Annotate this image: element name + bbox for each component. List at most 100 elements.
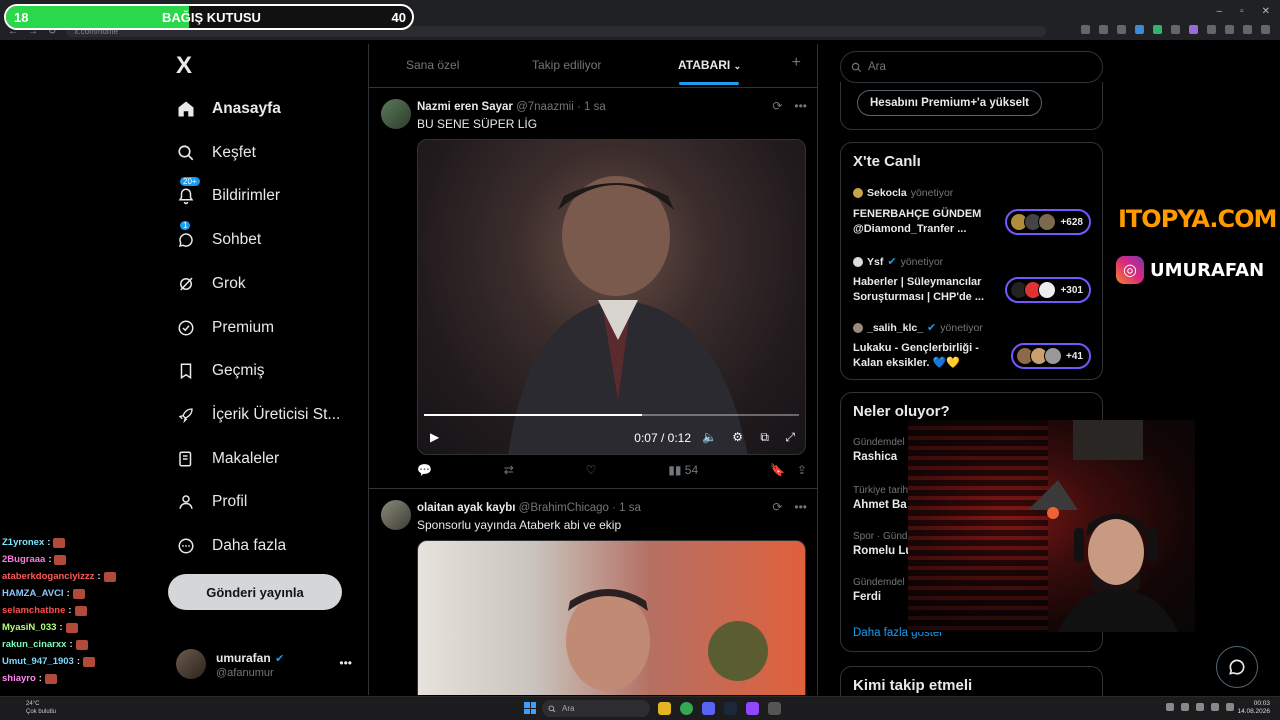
start-icon[interactable] <box>524 702 536 714</box>
tab-list[interactable]: ATABARI ⌄ <box>678 58 741 72</box>
settings-icon[interactable]: ⚙ <box>732 430 743 444</box>
fullscreen-icon[interactable]: ⤢ <box>785 430 795 445</box>
chrome-icon[interactable] <box>680 702 693 715</box>
messages-fab[interactable] <box>1216 646 1258 688</box>
tray-icon[interactable] <box>1181 703 1189 711</box>
tweet-handle[interactable]: @BrahimChicago <box>519 502 609 514</box>
more-dots-icon[interactable]: ••• <box>794 99 807 113</box>
home-icon <box>176 99 196 119</box>
obs-icon[interactable] <box>746 702 759 715</box>
trend-item[interactable]: Gündemdel Ferdi <box>853 577 905 603</box>
taskbar-search[interactable]: Ara <box>542 700 650 717</box>
app-icon[interactable] <box>768 702 781 715</box>
trend-item[interactable]: Spor · Günd Romelu Lu <box>853 531 912 557</box>
tweet-video[interactable] <box>417 540 806 695</box>
folder-icon[interactable] <box>658 702 671 715</box>
wifi-icon[interactable] <box>1211 703 1219 711</box>
volume-icon[interactable]: 🔈 <box>702 430 717 444</box>
bookmark-icon[interactable]: 🔖 <box>770 463 785 477</box>
account-switcher[interactable]: umurafan ✔ @afanumur ••• <box>176 644 360 684</box>
sponsor-logo: ITOPYA.COM <box>1118 205 1277 233</box>
sidebar-item-home[interactable]: Anasayfa <box>176 94 281 124</box>
x-logo-icon[interactable]: X <box>176 52 192 80</box>
tray-icon[interactable] <box>1166 703 1174 711</box>
live-item[interactable]: Ysf ✔ yönetiyor Haberler | Süleymancılar… <box>853 255 1093 313</box>
puzzle-icon[interactable] <box>1207 25 1216 34</box>
trend-item[interactable]: Gündemdel Rashica <box>853 437 905 463</box>
chat-username: 2Bugraaa <box>2 554 46 565</box>
chat-message: MyasiN_033: <box>2 619 162 636</box>
extension-icon[interactable] <box>1099 25 1108 34</box>
tweet-video[interactable]: ▶ 0:07 / 0:12 🔈 ⚙ ⧉ ⤢ <box>417 139 806 455</box>
tweet-handle[interactable]: @7naazmii <box>516 101 574 113</box>
post-button[interactable]: Gönderi yayınla <box>168 574 342 610</box>
live-pill[interactable]: +41 <box>1011 343 1091 369</box>
live-item[interactable]: Sekocla yönetiyor FENERBAHÇE GÜNDEM @Dia… <box>853 187 1093 245</box>
tweet-author[interactable]: olaitan ayak kaybı <box>417 502 515 514</box>
extension-icon[interactable] <box>1135 25 1144 34</box>
tweet-time[interactable]: · 1 sa <box>577 101 606 113</box>
star-icon[interactable] <box>1117 25 1126 34</box>
sidebar-item-notifications[interactable]: 20+ Bildirimler <box>176 177 280 211</box>
reply-icon[interactable]: 💬 <box>417 463 432 477</box>
chat-username: rakun_cinarxx <box>2 639 67 650</box>
more-dots-icon[interactable]: ••• <box>339 656 352 670</box>
live-pill[interactable]: +628 <box>1005 209 1091 235</box>
extension-icon[interactable] <box>1153 25 1162 34</box>
clock[interactable]: 00:03 14.08.2026 <box>1237 700 1270 716</box>
tray-icon[interactable] <box>1196 703 1204 711</box>
retweet-icon[interactable]: ⇄ <box>504 463 514 477</box>
live-item-title: Haberler | Süleymancılar Soruşturması | … <box>853 276 985 303</box>
pip-icon[interactable]: ⧉ <box>760 430 769 445</box>
sidebar-item-grok[interactable]: Grok <box>176 269 246 299</box>
more-dots-icon[interactable]: ••• <box>794 500 807 514</box>
download-icon[interactable] <box>1225 25 1234 34</box>
menu-icon[interactable] <box>1261 25 1270 34</box>
profile-icon[interactable] <box>1243 25 1252 34</box>
play-icon[interactable]: ▶ <box>430 430 439 444</box>
tweet-time[interactable]: · 1 sa <box>612 502 641 514</box>
extension-icon[interactable] <box>1171 25 1180 34</box>
grok-icon[interactable]: ⟳ <box>772 99 782 113</box>
sidebar-item-bookmarks[interactable]: Geçmiş <box>176 356 265 386</box>
views-button[interactable]: ▮▮ 54 <box>668 463 698 477</box>
emote-icon <box>75 639 88 650</box>
share-icon[interactable]: ⇪ <box>797 463 807 477</box>
premium-upgrade-button[interactable]: Hesabını Premium+'a yükselt <box>857 90 1043 116</box>
tweet[interactable]: olaitan ayak kaybı @BrahimChicago · 1 sa… <box>369 490 817 695</box>
restore-icon[interactable]: ▫ <box>1240 6 1244 17</box>
steam-icon[interactable] <box>724 702 737 715</box>
tweet-author[interactable]: Nazmi eren Sayar <box>417 101 513 113</box>
sidebar-item-chat[interactable]: 1 Sohbet <box>176 221 261 255</box>
extension-icon[interactable] <box>1189 25 1198 34</box>
video-progress-track[interactable] <box>424 414 799 416</box>
tab-for-you[interactable]: Sana özel <box>406 58 459 72</box>
sidebar-item-creator-studio[interactable]: İçerik Üreticisi St... <box>176 400 340 430</box>
weather-widget[interactable]: 24°C Çok bulutlu <box>26 700 56 716</box>
search-input[interactable]: Ara <box>840 51 1103 83</box>
like-icon[interactable]: ♡ <box>586 463 597 477</box>
live-pill[interactable]: +301 <box>1005 277 1091 303</box>
volume-icon[interactable] <box>1226 703 1234 711</box>
zoom-icon[interactable] <box>1081 25 1090 34</box>
close-icon[interactable]: ✕ <box>1262 6 1270 17</box>
trend-item[interactable]: Türkiye tarih Ahmet Ba <box>853 485 908 511</box>
add-tab-icon[interactable]: + <box>792 54 801 72</box>
discord-icon[interactable] <box>702 702 715 715</box>
sidebar-item-articles[interactable]: Makaleler <box>176 444 279 474</box>
tab-following[interactable]: Takip ediliyor <box>532 58 601 72</box>
sidebar-item-more[interactable]: Daha fazla <box>176 531 286 561</box>
avatar[interactable] <box>381 500 411 530</box>
weather-temp: 24°C <box>26 701 40 707</box>
trend-category: Türkiye tarih <box>853 485 909 496</box>
sidebar-item-profile[interactable]: Profil <box>176 487 247 517</box>
emote-icon <box>53 537 66 548</box>
sidebar-item-premium[interactable]: Premium <box>176 313 274 343</box>
tab-list-label: ATABARI <box>678 58 731 72</box>
tweet[interactable]: Nazmi eren Sayar @7naazmii · 1 sa ⟳ ••• … <box>369 89 817 489</box>
sidebar-item-explore[interactable]: Keşfet <box>176 138 256 168</box>
grok-icon[interactable]: ⟳ <box>772 500 782 514</box>
avatar[interactable] <box>381 99 411 129</box>
minimize-icon[interactable]: – <box>1217 6 1223 17</box>
live-item[interactable]: _salih_klc_ ✔ yönetiyor Lukaku - Gençler… <box>853 321 1093 379</box>
